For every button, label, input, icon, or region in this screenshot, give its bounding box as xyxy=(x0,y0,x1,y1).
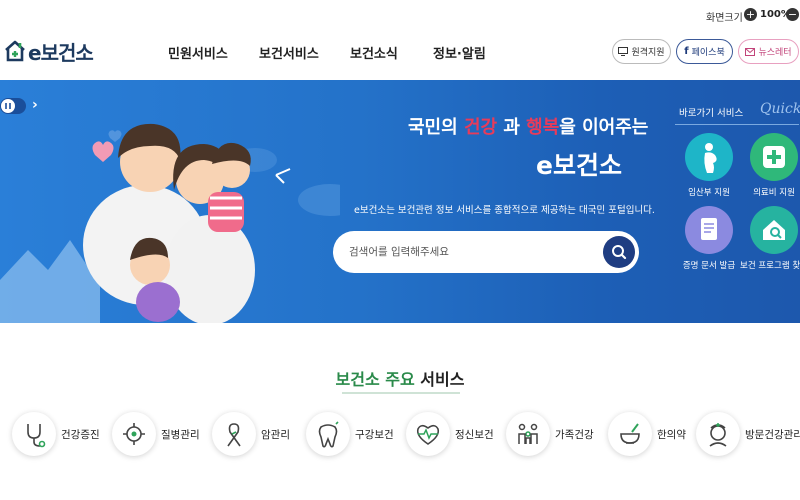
pause-icon xyxy=(0,98,26,114)
quick-title: 바로가기 서비스 xyxy=(679,108,744,119)
section-title-rest: 서비스 xyxy=(414,370,465,389)
tagline-highlight-health: 건강 xyxy=(463,117,498,138)
quick-label: 증명 문서 발급 xyxy=(682,261,736,271)
newsletter-button[interactable]: 뉴스레터 xyxy=(738,39,799,64)
heartbeat-icon xyxy=(406,412,450,456)
site-logo[interactable]: e보건소 xyxy=(4,36,94,66)
search-box xyxy=(333,231,639,273)
service-label: 방문건강관리 xyxy=(745,428,800,441)
search-icon xyxy=(612,245,627,260)
logo-text: e보건소 xyxy=(28,40,94,65)
service-label: 암관리 xyxy=(261,428,290,441)
facebook-icon: f xyxy=(684,46,689,57)
site-header: e보건소 민원서비스 보건서비스 보건소식 정보·알림 원격지원 f 페이스북 … xyxy=(0,30,800,80)
quick-label: 의료비 지원 xyxy=(753,188,795,198)
nav-item-health-service[interactable]: 보건서비스 xyxy=(259,43,319,62)
hero-description: e보건소는 보건관련 정보 서비스를 종합적으로 제공하는 대국민 포털입니다. xyxy=(354,205,655,216)
document-icon xyxy=(685,206,733,254)
hero-banner: ‹ › 국민의 건강 과 행복을 이어주는 e보건소 e보건소는 보건관련 정보… xyxy=(0,80,800,323)
service-disease-control[interactable]: 질병관리 xyxy=(112,409,200,459)
house-logo-icon xyxy=(4,39,26,63)
quick-item-pregnancy[interactable]: 임산부 지원 xyxy=(674,133,744,198)
quick-label: 임산부 지원 xyxy=(688,188,730,198)
service-home-visit-care[interactable]: 방문건강관리 xyxy=(696,409,800,459)
envelope-icon xyxy=(745,47,756,56)
search-button[interactable] xyxy=(603,236,635,268)
service-label: 질병관리 xyxy=(161,428,200,441)
stethoscope-icon xyxy=(12,412,56,456)
nurse-icon xyxy=(696,412,740,456)
remote-support-button[interactable]: 원격지원 xyxy=(612,39,671,64)
remote-support-label: 원격지원 xyxy=(631,48,665,58)
facebook-label: 페이스북 xyxy=(691,48,725,58)
service-label: 한의약 xyxy=(657,428,686,441)
virus-icon xyxy=(112,412,156,456)
hero-illustration xyxy=(0,123,340,323)
mortar-pestle-icon xyxy=(608,412,652,456)
quick-item-medical-cost[interactable]: 의료비 지원 xyxy=(739,133,800,198)
service-cancer-care[interactable]: 암관리 xyxy=(212,409,290,459)
hero-brand: e보건소 xyxy=(536,151,622,180)
zoom-in-button[interactable]: + xyxy=(744,8,757,21)
utility-bar: 화면크기 + 100% − xyxy=(0,0,800,30)
service-family-health[interactable]: 가족건강 xyxy=(506,409,594,459)
quick-label: 보건 프로그램 찾기 xyxy=(740,261,800,271)
nav-item-info[interactable]: 정보·알림 xyxy=(433,43,486,62)
family-icon xyxy=(506,412,550,456)
pregnant-woman-icon xyxy=(685,133,733,181)
tooth-icon xyxy=(306,412,350,456)
service-oriental-medicine[interactable]: 한의약 xyxy=(608,409,686,459)
service-label: 구강보건 xyxy=(355,428,394,441)
quick-item-program-search[interactable]: 보건 프로그램 찾기 xyxy=(735,206,800,271)
monitor-icon xyxy=(618,47,629,56)
hero-tagline: 국민의 건강 과 행복을 이어주는 xyxy=(408,113,648,139)
service-label: 가족건강 xyxy=(555,428,594,441)
house-search-icon xyxy=(750,206,798,254)
tagline-highlight-happiness: 행복 xyxy=(526,117,560,138)
service-label: 정신보건 xyxy=(455,428,494,441)
section-title-green: 보건소 주요 xyxy=(335,370,415,389)
service-label: 건강증진 xyxy=(61,428,100,441)
service-oral-health[interactable]: 구강보건 xyxy=(306,409,394,459)
quick-item-certificate[interactable]: 증명 문서 발급 xyxy=(674,206,744,271)
ribbon-icon xyxy=(212,412,256,456)
tagline-part: 을 이어주는 xyxy=(559,117,649,138)
tagline-part: 과 xyxy=(497,117,527,138)
medical-cross-icon xyxy=(750,133,798,181)
quick-service-panel: 바로가기 서비스 Quick 임산부 지원 의료비 지원 증명 문서 발급 보건… xyxy=(660,80,800,323)
service-health-promotion[interactable]: 건강증진 xyxy=(12,409,100,459)
tagline-part: 국민의 xyxy=(408,117,464,138)
section-title: 보건소 주요 서비스 xyxy=(0,366,800,390)
service-mental-health[interactable]: 정신보건 xyxy=(406,409,494,459)
facebook-button[interactable]: f 페이스북 xyxy=(676,39,733,64)
nav-item-news[interactable]: 보건소식 xyxy=(350,43,398,62)
quick-divider xyxy=(675,124,799,125)
next-slide-icon[interactable]: › xyxy=(32,97,38,113)
quick-script: Quick xyxy=(760,101,800,117)
newsletter-label: 뉴스레터 xyxy=(758,48,792,58)
search-input[interactable] xyxy=(349,242,599,262)
zoom-label: 화면크기 xyxy=(706,13,743,24)
zoom-out-button[interactable]: − xyxy=(786,8,799,21)
nav-item-civil[interactable]: 민원서비스 xyxy=(168,43,228,62)
section-underline xyxy=(342,392,460,394)
